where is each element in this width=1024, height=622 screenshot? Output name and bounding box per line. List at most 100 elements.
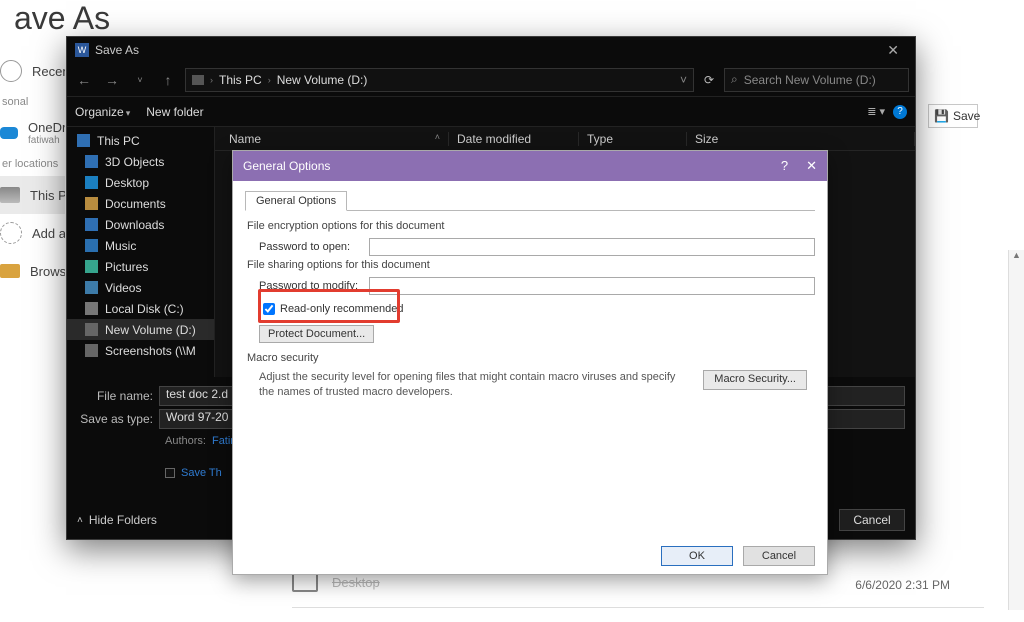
recent-item[interactable]: Recent [0,52,65,90]
help-icon[interactable]: ? [781,158,788,174]
ok-button[interactable]: OK [661,546,733,566]
search-input[interactable]: ⌕ Search New Volume (D:) [724,68,909,92]
tree-music[interactable]: Music [67,235,214,256]
nav-forward-icon[interactable]: → [101,72,123,88]
read-only-checkbox-row[interactable]: Read-only recommended [263,303,815,315]
tree-downloads[interactable]: Downloads [67,214,214,235]
crumb-pc[interactable]: This PC [219,73,262,87]
desktop-icon [85,176,98,189]
save-thumb-label: Save Th [181,467,222,479]
new-folder-button[interactable]: New folder [146,105,203,119]
list-item[interactable]: Desktop [292,572,380,592]
crumb-volume[interactable]: New Volume (D:) [277,73,368,87]
col-size[interactable]: Size [687,132,915,146]
list-header: Name ˄ Date modified Type Size [215,127,915,151]
save-label: Save [953,109,980,123]
disk-icon [85,302,98,315]
browse-label: Browse [30,264,65,279]
chevron-up-icon: ˄ [77,515,83,526]
tree-screenshots[interactable]: Screenshots (\\M [67,340,214,361]
password-modify-label: Password to modify: [259,280,369,292]
nav-back-icon[interactable]: ← [73,72,95,88]
tree-pictures[interactable]: Pictures [67,256,214,277]
col-name[interactable]: Name ˄ [221,132,449,146]
save-button[interactable]: 💾 Save [928,104,978,128]
authors-label: Authors: [165,435,206,447]
scrollbar[interactable]: ▲ [1008,250,1024,610]
folder-icon [0,264,20,278]
onedrive-icon [0,127,18,139]
close-icon[interactable]: ✕ [806,158,817,174]
read-only-checkbox[interactable] [263,303,275,315]
plus-icon [0,222,22,244]
col-date[interactable]: Date modified [449,132,579,146]
view-menu[interactable]: ≣ ▾ [867,105,885,118]
onedrive-label: OneDri [28,120,65,135]
tree-desktop[interactable]: Desktop [67,172,214,193]
cancel-button[interactable]: Cancel [743,546,815,566]
divider [292,607,984,608]
protect-document-button[interactable]: Protect Document... [259,325,374,343]
tree-this-pc[interactable]: This PC [67,130,214,151]
personal-heading: sonal [0,90,65,114]
pc-icon [0,187,20,203]
search-icon: ⌕ [731,72,738,87]
macro-section-label: Macro security [247,352,815,364]
tree-3d-objects[interactable]: 3D Objects [67,151,214,172]
pc-icon [77,134,90,147]
drive-icon [85,323,98,336]
nav-history-icon[interactable]: ˅ [129,75,151,85]
word-icon: W [75,43,89,57]
dialog-titlebar: W Save As ✕ [67,37,915,63]
tab-general-options[interactable]: General Options [245,191,347,211]
read-only-label: Read-only recommended [280,303,404,315]
macro-security-button[interactable]: Macro Security... [703,370,807,390]
desktop-label: Desktop [332,575,380,590]
save-icon: 💾 [934,109,949,123]
nav-tree: This PC 3D Objects Desktop Documents Dow… [67,127,215,377]
dialog-titlebar: General Options ? ✕ [233,151,827,181]
tree-local-disk[interactable]: Local Disk (C:) [67,298,214,319]
encryption-section-label: File encryption options for this documen… [247,220,815,232]
tree-new-volume[interactable]: New Volume (D:) [67,319,214,340]
this-pc-item[interactable]: This PC [0,176,65,214]
password-open-field[interactable] [369,238,815,256]
folder-icon [292,572,318,592]
dialog-title: Save As [95,43,139,57]
tree-videos[interactable]: Videos [67,277,214,298]
search-placeholder: Search New Volume (D:) [744,73,876,87]
scroll-up-icon[interactable]: ▲ [1009,250,1024,264]
nav-up-icon[interactable]: ↑ [157,72,179,88]
other-locations-heading: er locations [0,152,65,176]
macro-description: Adjust the security level for opening fi… [259,370,691,400]
password-modify-field[interactable] [369,277,815,295]
file-name-label: File name: [77,389,159,403]
picture-icon [85,260,98,273]
add-place-label: Add a [32,226,65,241]
dialog-title: General Options [243,159,330,173]
breadcrumb[interactable]: › This PC › New Volume (D:) ˅ [185,68,694,92]
organize-menu[interactable]: Organize▾ [75,105,130,119]
close-icon[interactable]: ✕ [879,40,907,61]
help-icon[interactable]: ? [893,105,907,119]
onedrive-item[interactable]: OneDri fatiwah [0,114,65,152]
clock-icon [0,60,22,82]
general-options-dialog: General Options ? ✕ General Options File… [232,150,828,575]
sharing-section-label: File sharing options for this document [247,259,815,271]
browse-item[interactable]: Browse [0,252,65,290]
cancel-button[interactable]: Cancel [839,509,905,531]
date-modified: 6/6/2020 2:31 PM [855,578,950,592]
tree-documents[interactable]: Documents [67,193,214,214]
pc-icon [192,75,204,85]
refresh-icon[interactable]: ⟳ [700,73,718,87]
download-icon [85,218,98,231]
add-place-item[interactable]: Add a [0,214,65,252]
save-thumbnail-checkbox[interactable] [165,468,175,478]
hide-folders-button[interactable]: ˄ Hide Folders [77,513,157,527]
this-pc-label: This PC [30,188,65,203]
recent-label: Recent [32,64,65,79]
chevron-down-icon[interactable]: ˅ [680,73,687,87]
video-icon [85,281,98,294]
col-type[interactable]: Type [579,132,687,146]
save-type-label: Save as type: [77,412,159,426]
